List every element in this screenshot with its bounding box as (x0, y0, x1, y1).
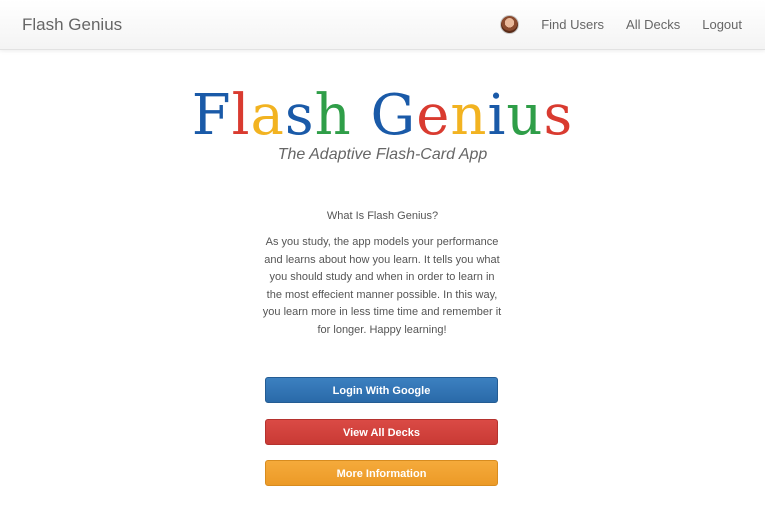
nav-all-decks[interactable]: All Decks (626, 17, 680, 32)
more-information-button[interactable]: More Information (265, 460, 498, 486)
logo-letter: h (314, 83, 352, 148)
about-line: for longer. Happy learning! (317, 323, 447, 336)
nav-right: Find Users All Decks Logout (500, 0, 765, 49)
logo-letter: e (416, 83, 451, 148)
brand-link[interactable]: Flash Genius (22, 15, 122, 35)
login-google-button[interactable]: Login With Google (265, 377, 498, 403)
navbar: Flash Genius Find Users All Decks Logout (0, 0, 765, 50)
about-line: you should study and when in order to le… (269, 271, 495, 283)
tagline: The Adaptive Flash-Card App (277, 146, 488, 163)
about-line: As you study, the app models your perfor… (265, 236, 499, 248)
logo-letter: l (231, 83, 251, 148)
logo-letter: n (450, 83, 488, 148)
nav-logout[interactable]: Logout (702, 17, 742, 32)
about-line: you learn more in less time time and rem… (262, 306, 502, 318)
logo-letter: u (506, 83, 544, 148)
logo-letter: F (191, 83, 232, 148)
app-logo: Flash Genius (0, 84, 765, 148)
about-title: What Is Flash Genius? (326, 210, 439, 222)
logo-letter: a (250, 83, 285, 148)
about-description: As you study, the app models your perfor… (262, 234, 502, 339)
about-line: the most effecient manner possible. In t… (266, 288, 498, 301)
user-avatar[interactable] (500, 15, 520, 34)
logo-letter: G (370, 83, 417, 148)
view-all-decks-button[interactable]: View All Decks (265, 419, 498, 445)
logo-letter (352, 83, 371, 148)
nav-find-users[interactable]: Find Users (541, 17, 604, 32)
about-line: and learns about how you learn. It tells… (264, 253, 500, 266)
logo-letter: s (543, 83, 574, 148)
logo-letter: s (284, 83, 315, 148)
logo-letter: i (487, 83, 507, 148)
